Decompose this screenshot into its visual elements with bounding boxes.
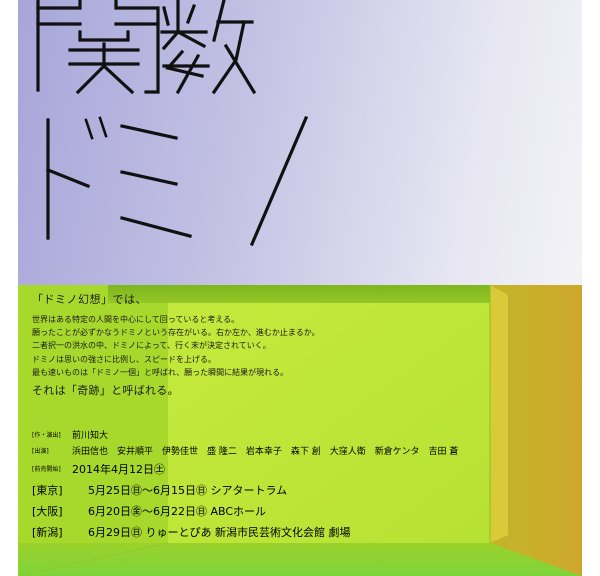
venue-city: [大阪] bbox=[32, 504, 63, 518]
intro-lead: 「ドミノ幻想」では、 bbox=[32, 293, 147, 306]
venue-row-tokyo: [東京] 5月25日㊐〜6月15日㊐ シアタートラム bbox=[32, 479, 458, 500]
title-char-kan bbox=[36, 0, 160, 95]
intro-line: ドミノは思いの強さに比例し、スピードを上げる。 bbox=[32, 354, 216, 364]
director-label: [作・演出] bbox=[32, 431, 61, 439]
sales-row: [前売開始] 2014年4月12日㊏ bbox=[32, 458, 458, 479]
venue-detail: 6月20日㊎〜6月22日㊐ ABCホール bbox=[88, 504, 267, 518]
title-panel: 関数 bbox=[18, 0, 582, 285]
director-name: 前川知大 bbox=[72, 430, 109, 441]
cast-row: [出演] 浜田信也 安井順平 伊勢佳世 盛 隆二 岩本幸子 森下 創 大窪人衛 … bbox=[32, 442, 458, 458]
intro-line: 二者択一の洪水の中、ドミノによって、行く末が決定されていく。 bbox=[32, 341, 271, 351]
cast-names: 浜田信也 安井順平 伊勢佳世 盛 隆二 岩本幸子 森下 創 大窪人衛 新倉ケンタ… bbox=[72, 446, 459, 457]
venue-city: [新潟] bbox=[32, 525, 63, 539]
venue-detail: 5月25日㊐〜6月15日㊐ シアタートラム bbox=[88, 483, 288, 497]
title-char-dakuten bbox=[84, 116, 108, 140]
title-char-to bbox=[45, 118, 91, 240]
title-char-suu bbox=[160, 0, 257, 95]
title-char-mi bbox=[120, 124, 192, 238]
venue-city: [東京] bbox=[32, 483, 63, 497]
sales-label: [前売開始] bbox=[32, 466, 61, 473]
sales-date: 2014年4月12日㊏ bbox=[72, 462, 165, 476]
poster: 関数 bbox=[18, 0, 582, 576]
venue-row-niigata: [新潟] 6月29日㊐ りゅーとぴあ 新潟市民芸術文化会館 劇場 bbox=[32, 521, 458, 542]
venue-row-osaka: [大阪] 6月20日㊎〜6月22日㊐ ABCホール bbox=[32, 500, 458, 521]
director-row: [作・演出] 前川知大 bbox=[32, 426, 458, 442]
title-graphic: 関数 bbox=[36, 0, 309, 247]
venue-detail: 6月29日㊐ りゅーとぴあ 新潟市民芸術文化会館 劇場 bbox=[88, 525, 351, 539]
intro-closing: それは「奇跡」と呼ばれる。 bbox=[32, 384, 179, 398]
credits: [作・演出] 前川知大 [出演] 浜田信也 安井順平 伊勢佳世 盛 隆二 岩本幸… bbox=[32, 426, 458, 542]
intro-line: 最も速いものは「ドミノ一個」と呼ばれ、願った瞬間に結果が現れる。 bbox=[32, 367, 289, 377]
cast-label: [出演] bbox=[32, 447, 49, 455]
title-char-no bbox=[249, 115, 309, 247]
intro-text: 「ドミノ幻想」では、 世界はある特定の人間を中心にして回っていると考える。 願っ… bbox=[32, 291, 320, 398]
intro-line: 世界はある特定の人間を中心にして回っていると考える。 bbox=[32, 315, 240, 324]
intro-line: 願ったことが必ずかなうドミノという存在がいる。右か左か、進むか止まるか。 bbox=[32, 328, 320, 338]
